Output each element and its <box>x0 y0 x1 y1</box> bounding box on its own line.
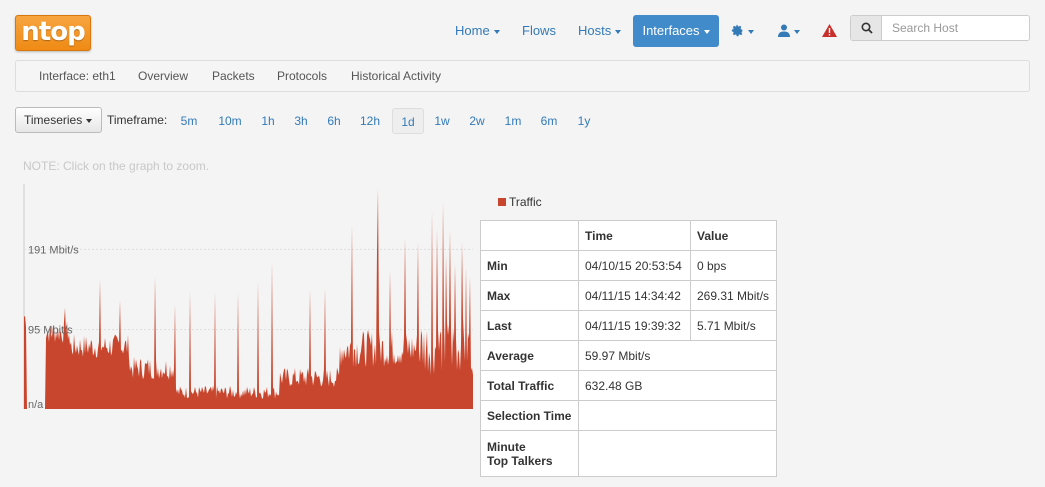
timeframe-6h[interactable]: 6h <box>322 108 346 134</box>
legend-swatch <box>498 198 506 206</box>
nav-flows[interactable]: Flows <box>522 15 556 47</box>
table-header-row: Time Value <box>480 220 777 251</box>
top-talkers-line1: Minute <box>487 439 526 454</box>
search-box <box>850 15 1030 41</box>
chevron-down-icon <box>703 29 710 34</box>
table-row: Average 59.97 Mbit/s <box>480 340 777 371</box>
settings-menu[interactable] <box>731 15 754 47</box>
timeframe-1m[interactable]: 1m <box>500 108 526 134</box>
table-row: Last 04/11/15 19:39:32 5.71 Mbit/s <box>480 310 777 341</box>
timeframe-1w[interactable]: 1w <box>430 108 454 134</box>
timeframe-12h[interactable]: 12h <box>355 108 385 134</box>
top-talkers-value <box>578 430 777 477</box>
timeframe-1y[interactable]: 1y <box>572 108 596 134</box>
traffic-area <box>24 188 473 409</box>
nav-interfaces-label: Interfaces <box>642 23 700 38</box>
nav-hosts-label: Hosts <box>578 23 612 38</box>
subnav-historical-activity[interactable]: Historical Activity <box>351 61 441 91</box>
chart-legend: Traffic <box>498 195 542 209</box>
y-tick-label: 95 Mbit/s <box>28 325 73 337</box>
subnav-overview[interactable]: Overview <box>138 61 188 91</box>
min-value: 0 bps <box>690 250 777 281</box>
table-header-value: Value <box>690 220 777 251</box>
timeframe-2w[interactable]: 2w <box>464 108 490 134</box>
stats-table: Time Value Min 04/10/15 20:53:54 0 bps M… <box>480 220 777 477</box>
table-row: Total Traffic 632.48 GB <box>480 370 777 401</box>
timeframe-5m[interactable]: 5m <box>175 108 203 134</box>
nav-home-label: Home <box>455 23 490 38</box>
search-button[interactable] <box>851 16 882 40</box>
row-label-last: Last <box>480 310 579 341</box>
chevron-down-icon <box>493 29 500 34</box>
chevron-down-icon <box>86 118 93 123</box>
nav-hosts[interactable]: Hosts <box>578 15 622 47</box>
user-menu[interactable] <box>778 15 800 47</box>
chevron-down-icon <box>794 29 800 34</box>
nav-home[interactable]: Home <box>455 15 500 47</box>
timeseries-dropdown[interactable]: Timeseries <box>15 107 102 133</box>
last-time: 04/11/15 19:39:32 <box>578 310 691 341</box>
row-label-average: Average <box>480 340 579 371</box>
row-label-total-traffic: Total Traffic <box>480 370 579 401</box>
y-tick-label: n/a <box>28 399 44 411</box>
warning-icon <box>822 24 837 37</box>
timeframe-6m[interactable]: 6m <box>536 108 562 134</box>
subnav-packets[interactable]: Packets <box>212 61 255 91</box>
timeframe-3h[interactable]: 3h <box>289 108 313 134</box>
subnav-interface: Interface: eth1 <box>39 69 116 83</box>
subnav-protocols[interactable]: Protocols <box>277 61 327 91</box>
timeframe-1h[interactable]: 1h <box>256 108 280 134</box>
alerts-button[interactable] <box>822 15 837 47</box>
row-label-max: Max <box>480 280 579 311</box>
table-header-empty <box>480 220 579 251</box>
top-talkers-line2: Top Talkers <box>487 453 553 468</box>
max-value: 269.31 Mbit/s <box>690 280 777 311</box>
search-icon <box>861 22 873 34</box>
traffic-chart[interactable]: 191 Mbit/s 95 Mbit/s n/a <box>0 180 480 415</box>
timeframe-10m[interactable]: 10m <box>213 108 247 134</box>
min-time: 04/10/15 20:53:54 <box>578 250 691 281</box>
table-row: Max 04/11/15 14:34:42 269.31 Mbit/s <box>480 280 777 311</box>
gear-icon <box>731 24 743 37</box>
y-tick-label: 191 Mbit/s <box>28 244 79 256</box>
chevron-down-icon <box>748 29 754 34</box>
table-row: Selection Time <box>480 400 777 431</box>
total-traffic-value: 632.48 GB <box>578 370 777 401</box>
table-row: Minute Top Talkers <box>480 430 777 477</box>
row-label-top-talkers: Minute Top Talkers <box>480 430 579 477</box>
average-value: 59.97 Mbit/s <box>578 340 777 371</box>
chevron-down-icon <box>615 29 622 34</box>
nav-interfaces[interactable]: Interfaces <box>633 15 719 47</box>
legend-label: Traffic <box>509 195 542 209</box>
table-row: Min 04/10/15 20:53:54 0 bps <box>480 250 777 281</box>
zoom-note: NOTE: Click on the graph to zoom. <box>23 159 210 173</box>
last-value: 5.71 Mbit/s <box>690 310 777 341</box>
max-time: 04/11/15 14:34:42 <box>578 280 691 311</box>
search-input[interactable] <box>882 16 1029 40</box>
row-label-selection-time: Selection Time <box>480 400 579 431</box>
row-label-min: Min <box>480 250 579 281</box>
timeframe-label: Timeframe: <box>107 113 168 127</box>
timeseries-label: Timeseries <box>24 113 83 127</box>
selection-time-value <box>578 400 777 431</box>
interface-subnav: Interface: eth1 Overview Packets Protoco… <box>15 60 1030 92</box>
user-icon <box>778 24 790 37</box>
table-header-time: Time <box>578 220 691 251</box>
timeframe-1d[interactable]: 1d <box>392 108 424 134</box>
